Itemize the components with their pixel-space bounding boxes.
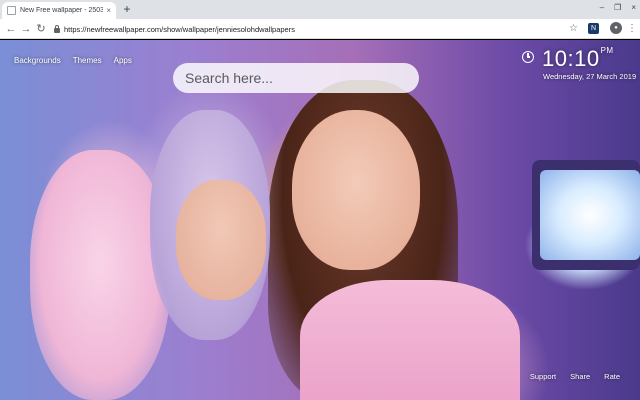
tab-strip: New Free wallpaper - 25032019 - × + – ❐ … bbox=[0, 0, 640, 19]
top-nav: Backgrounds Themes Apps bbox=[14, 56, 132, 65]
nav-apps[interactable]: Apps bbox=[114, 56, 132, 65]
wallpaper-tv-screen bbox=[540, 170, 640, 260]
clock-icon bbox=[522, 51, 534, 63]
wallpaper-pink-top bbox=[300, 280, 520, 400]
new-tab-button[interactable]: + bbox=[120, 2, 134, 16]
share-link[interactable]: Share bbox=[570, 372, 590, 381]
close-window-button[interactable]: × bbox=[631, 1, 636, 15]
minimize-button[interactable]: – bbox=[600, 1, 604, 15]
support-link[interactable]: Support bbox=[530, 372, 556, 381]
extension-icon[interactable]: N bbox=[588, 23, 599, 34]
forward-button[interactable]: → bbox=[19, 22, 33, 36]
rate-link[interactable]: Rate bbox=[604, 372, 620, 381]
window-controls: – ❐ × bbox=[600, 1, 636, 15]
star-icon[interactable]: ☆ bbox=[569, 22, 578, 36]
lock-icon bbox=[54, 25, 60, 33]
tab-close-icon[interactable]: × bbox=[106, 6, 111, 15]
browser-window: New Free wallpaper - 25032019 - × + – ❐ … bbox=[0, 0, 640, 400]
browser-menu-icon[interactable]: ⋮ bbox=[627, 22, 637, 36]
wallpaper-face bbox=[292, 110, 420, 270]
tab-title: New Free wallpaper - 25032019 - bbox=[20, 7, 104, 14]
wallpaper-hand bbox=[176, 180, 266, 300]
url-text: https://newfreewallpaper.com/show/wallpa… bbox=[64, 24, 295, 34]
browser-toolbar: ← → ↻ https://newfreewallpaper.com/show/… bbox=[0, 19, 640, 39]
nav-backgrounds[interactable]: Backgrounds bbox=[14, 56, 61, 65]
address-bar[interactable]: https://newfreewallpaper.com/show/wallpa… bbox=[54, 22, 584, 36]
new-tab-page: Backgrounds Themes Apps 10:10PM Wednesda… bbox=[0, 40, 640, 400]
search-input[interactable] bbox=[185, 70, 405, 86]
search-box[interactable] bbox=[173, 63, 419, 93]
browser-tab[interactable]: New Free wallpaper - 25032019 - × bbox=[2, 2, 116, 19]
page-icon bbox=[7, 6, 16, 15]
nav-themes[interactable]: Themes bbox=[73, 56, 102, 65]
clock-time: 10:10PM bbox=[542, 46, 614, 71]
clock-date: Wednesday, 27 March 2019 bbox=[543, 72, 637, 81]
wallpaper-plush-bunny bbox=[30, 150, 170, 400]
footer-links: Support Share Rate bbox=[530, 372, 620, 381]
back-button[interactable]: ← bbox=[4, 22, 18, 36]
maximize-button[interactable]: ❐ bbox=[614, 1, 621, 15]
reload-button[interactable]: ↻ bbox=[34, 22, 48, 36]
clock-ampm: PM bbox=[600, 46, 614, 55]
profile-avatar[interactable]: ● bbox=[610, 22, 622, 34]
